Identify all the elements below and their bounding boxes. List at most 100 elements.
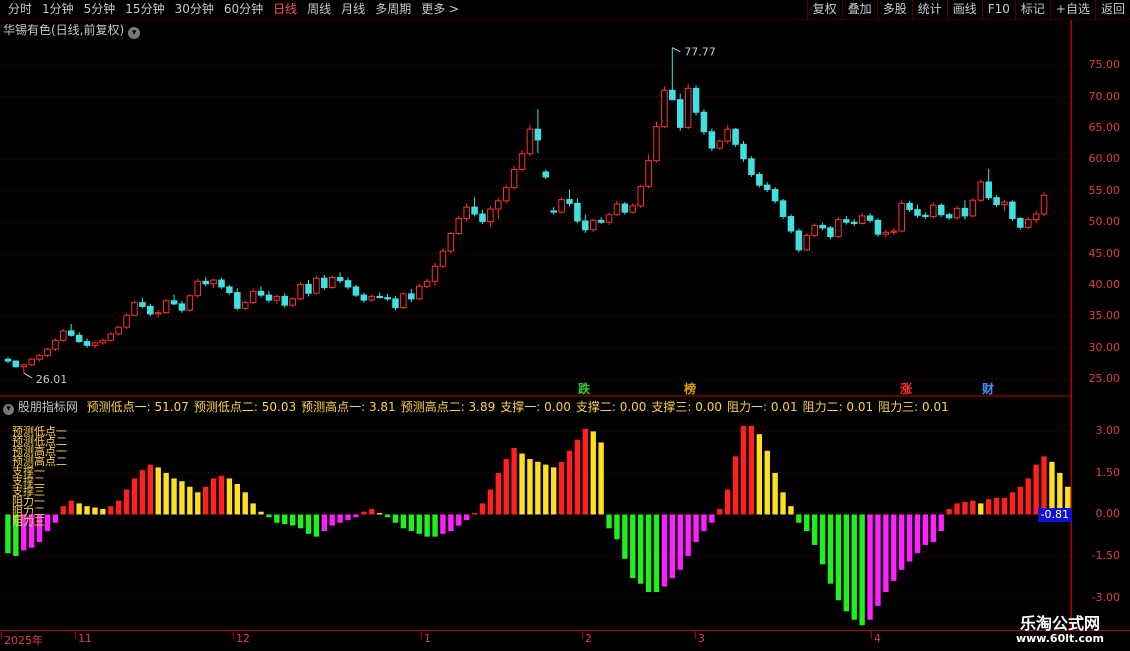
indicator-bar — [408, 514, 415, 532]
kline-chart[interactable]: 77.7726.01预测低点一预测低点二预测高点一预测高点二支撑一支撑二支撑三阻… — [0, 0, 1072, 630]
indicator-bar — [685, 514, 691, 556]
indicator-bar — [985, 499, 992, 515]
indicator-bar — [187, 486, 193, 515]
candle-body — [589, 219, 597, 231]
indicator-bar — [115, 500, 122, 515]
candle-body — [67, 330, 75, 336]
indicator-bar — [946, 508, 952, 515]
candle-body — [914, 209, 921, 216]
indicator-bar — [543, 464, 549, 515]
candle-body — [961, 207, 969, 217]
candle-body — [226, 286, 233, 294]
indicator-bar — [52, 514, 59, 523]
indicator-bar — [345, 514, 351, 520]
indicator-bar — [653, 514, 660, 592]
indicator-bar — [139, 470, 146, 515]
candle-body — [582, 220, 589, 231]
candle-body — [850, 221, 858, 224]
indicator-bar — [1025, 478, 1031, 515]
price-tick-label: 45.00 — [1088, 246, 1121, 260]
candle-body — [819, 224, 826, 229]
candle-body — [447, 233, 455, 252]
indicator-bar — [843, 514, 850, 612]
candle-body — [534, 128, 542, 141]
candle-body — [360, 294, 368, 301]
indicator-bar — [645, 514, 652, 592]
candle-body — [305, 283, 312, 294]
indicator-bar — [970, 500, 976, 515]
candle-body — [328, 277, 336, 289]
indicator-bar — [906, 514, 913, 562]
price-tick-label: 35.00 — [1088, 309, 1121, 323]
high-pointer — [672, 47, 681, 53]
indicator-bar — [123, 489, 130, 515]
indicator-bar — [131, 478, 138, 515]
indicator-bar — [614, 514, 620, 540]
low-label: 26.01 — [36, 373, 68, 386]
candle-body — [273, 295, 281, 301]
overlay-label: 阻力三 — [12, 515, 45, 528]
indicator-bar — [582, 428, 589, 515]
indicator-bar — [883, 514, 889, 592]
candle-body — [479, 213, 486, 223]
candle-body — [234, 292, 241, 309]
candle-body — [779, 200, 787, 218]
candle-body — [408, 293, 415, 300]
candle-body — [1017, 217, 1024, 228]
indicator-bar — [993, 497, 1000, 515]
indicator-bar — [234, 484, 241, 515]
price-tick-label: 65.00 — [1088, 120, 1121, 134]
time-tick — [871, 631, 872, 639]
candle-body — [945, 214, 953, 219]
candle-body — [597, 219, 605, 223]
candle-body — [376, 295, 383, 299]
settings-icon[interactable]: ▾ — [3, 404, 14, 415]
candle-body — [732, 128, 739, 145]
indicator-bar — [353, 514, 359, 518]
toolbar-button[interactable]: 返回 — [1094, 0, 1130, 19]
candle-body — [748, 158, 755, 175]
indicator-bar — [709, 514, 715, 523]
time-tick — [75, 631, 76, 639]
indicator-bar — [922, 514, 929, 545]
candle-body — [194, 280, 202, 297]
indicator-bar — [962, 502, 968, 515]
candle-body — [874, 219, 882, 235]
indicator-bar — [788, 506, 794, 515]
candle-body — [692, 87, 700, 113]
time-tick-label: 1 — [424, 632, 431, 645]
indicator-bar — [456, 514, 462, 526]
candle-body — [890, 230, 898, 233]
candle-body — [866, 215, 874, 221]
candle-body — [937, 204, 945, 216]
candle-body — [313, 277, 320, 294]
indicator-bar — [590, 431, 596, 515]
indicator-bar — [487, 489, 494, 515]
candle-body — [795, 230, 803, 251]
price-tick-label: 50.00 — [1088, 215, 1121, 229]
indicator-bar — [147, 464, 154, 515]
indicator-bar — [384, 514, 391, 518]
indicator-bar — [329, 514, 335, 526]
candle-body — [1001, 201, 1008, 206]
candle-body — [843, 219, 850, 223]
current-value-badge: -0.81 — [1037, 508, 1072, 522]
price-tick-label: 40.00 — [1088, 278, 1121, 292]
indicator-bar — [1009, 492, 1016, 515]
candle-body — [12, 360, 20, 368]
time-tick-label: 3 — [698, 632, 705, 645]
indicator-bar — [669, 514, 676, 579]
candle-body — [1040, 194, 1048, 215]
indicator-bar — [1001, 497, 1008, 515]
candle-body — [265, 294, 273, 301]
candle-body — [882, 231, 890, 235]
indicator-bar — [796, 514, 802, 523]
indicator-tick-label: 3.00 — [1095, 424, 1121, 438]
price-axis — [1071, 20, 1130, 630]
indicator-value: 预测低点一: 51.07 — [86, 400, 189, 414]
candle-body — [281, 295, 289, 306]
candle-body — [724, 128, 731, 142]
candle-body — [740, 143, 747, 160]
indicator-bar — [321, 514, 328, 532]
indicator-bar — [898, 514, 905, 570]
